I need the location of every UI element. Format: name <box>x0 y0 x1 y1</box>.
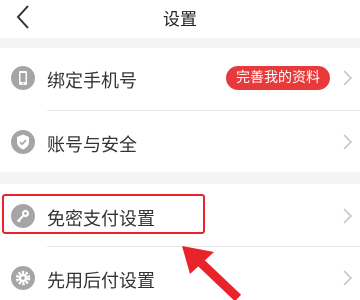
gear-icon <box>11 266 35 290</box>
pointer-arrow-icon <box>182 246 242 300</box>
divider <box>47 110 360 111</box>
settings-item-bind-phone[interactable]: 绑定手机号 完善我的资料 <box>0 48 360 108</box>
settings-item-label: 绑定手机号 <box>47 71 137 92</box>
highlight-box <box>2 194 205 234</box>
chevron-right-icon <box>343 134 353 150</box>
settings-item-label: 先用后付设置 <box>47 271 155 292</box>
settings-item-label: 账号与安全 <box>47 135 137 156</box>
settings-item-account-security[interactable]: 账号与安全 <box>0 112 360 172</box>
chevron-right-icon <box>343 208 353 224</box>
settings-screen: 设置 绑定手机号 完善我的资料 账号与安全 免密支付设置 先用后付设置 <box>0 0 360 300</box>
chevron-right-icon <box>343 70 353 86</box>
settings-group-account: 绑定手机号 完善我的资料 账号与安全 <box>0 48 360 172</box>
page-title: 设置 <box>163 10 197 30</box>
complete-profile-badge[interactable]: 完善我的资料 <box>226 66 330 90</box>
chevron-right-icon <box>343 270 353 286</box>
top-bar: 设置 <box>0 0 360 38</box>
shield-check-icon <box>11 130 35 154</box>
phone-icon <box>11 66 35 90</box>
